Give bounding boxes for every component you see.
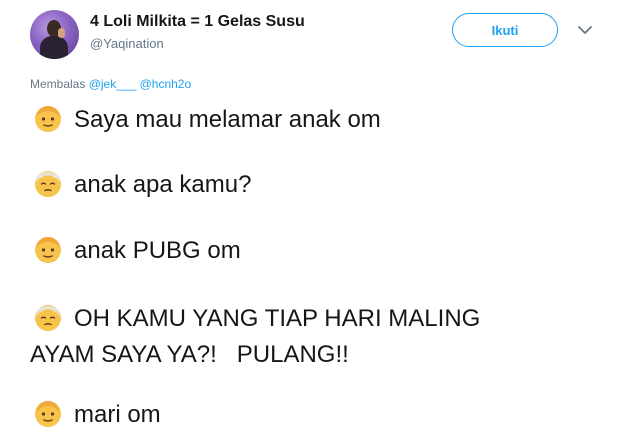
tweet-line: mari om [30, 398, 161, 431]
user-handle[interactable]: @Yaqination [90, 36, 164, 51]
tweet-line: OH KAMU YANG TIAP HARI MALING [30, 302, 480, 335]
chevron-down-icon[interactable] [575, 20, 595, 40]
line-text: OH KAMU YANG TIAP HARI MALING [74, 305, 481, 332]
line-text: Saya mau melamar anak om [74, 106, 381, 133]
avatar[interactable] [30, 10, 79, 59]
reply-context: Membalas @jek___ @hcnh2o [30, 77, 191, 91]
boy-emoji [30, 234, 66, 264]
line-text: anak apa kamu? [74, 171, 252, 198]
follow-button[interactable]: Ikuti [452, 13, 558, 47]
old-man-emoji [30, 302, 66, 332]
boy-emoji [30, 103, 66, 133]
line-text-continuation: AYAM SAYA YA?! PULANG!! [30, 341, 349, 368]
avatar-body [40, 36, 68, 59]
display-name[interactable]: 4 Loli Milkita = 1 Gelas Susu [90, 13, 305, 31]
tweet-header: 4 Loli Milkita = 1 Gelas Susu @Yaqinatio… [30, 10, 600, 62]
avatar-hand [58, 28, 65, 38]
line-text: mari om [74, 401, 161, 428]
mention-link[interactable]: @jek___ [89, 77, 137, 91]
reply-prefix: Membalas [30, 77, 86, 91]
tweet-line: anak apa kamu? [30, 168, 251, 201]
tweet-line: Saya mau melamar anak om [30, 103, 381, 136]
mention-link[interactable]: @hcnh2o [140, 77, 192, 91]
tweet-line: anak PUBG om [30, 234, 241, 267]
line-text: anak PUBG om [74, 237, 241, 264]
boy-emoji [30, 398, 66, 428]
old-man-emoji [30, 168, 66, 198]
